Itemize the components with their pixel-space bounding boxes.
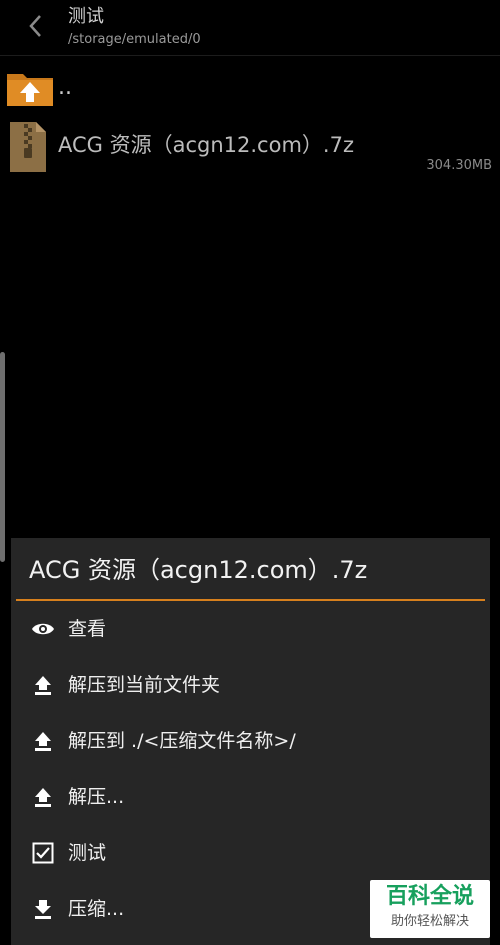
list-item-archive[interactable]: ACG 资源（acgn12.com）.7z 304.30MB	[0, 114, 500, 178]
archive-file-size: 304.30MB	[426, 158, 492, 173]
archive-file-name: ACG 资源（acgn12.com）.7z	[58, 133, 354, 157]
parent-folder-label: ..	[58, 75, 72, 100]
folder-up-icon	[7, 74, 53, 106]
app-root: 测试 /storage/emulated/0 .. ACG 资源（acgn12.…	[0, 0, 500, 945]
folder-title: 测试	[68, 6, 104, 27]
menu-item-label: 压缩...	[68, 898, 125, 920]
back-button[interactable]	[22, 12, 48, 40]
folder-path: /storage/emulated/0	[68, 32, 201, 47]
toolbar: 测试 /storage/emulated/0	[0, 0, 500, 56]
upload-icon	[31, 673, 55, 697]
menu-item-label: 解压...	[68, 786, 125, 808]
watermark-title: 百科全说	[385, 884, 474, 909]
menu-item-test[interactable]: 测试	[11, 825, 490, 881]
menu-item-extract[interactable]: 解压...	[11, 769, 490, 825]
menu-item-label: 查看	[68, 618, 107, 640]
scrollbar-handle[interactable]	[0, 352, 5, 562]
menu-item-view[interactable]: 查看	[11, 601, 490, 657]
context-menu-title: ACG 资源（acgn12.com）.7z	[29, 556, 368, 584]
menu-item-label: 解压到当前文件夹	[68, 674, 221, 696]
checkbox-icon	[31, 841, 55, 865]
chevron-left-icon	[29, 15, 41, 37]
menu-item-label: 解压到 ./<压缩文件名称>/	[68, 730, 296, 752]
zip-file-icon	[10, 122, 46, 172]
list-item-parent-folder[interactable]: ..	[0, 62, 500, 112]
upload-icon	[31, 729, 55, 753]
download-icon	[31, 897, 55, 921]
watermark-subtitle: 助你轻松解决	[390, 914, 469, 929]
upload-icon	[31, 785, 55, 809]
menu-item-extract-here[interactable]: 解压到当前文件夹	[11, 657, 490, 713]
menu-item-label: 测试	[68, 842, 107, 864]
menu-item-extract-to-folder[interactable]: 解压到 ./<压缩文件名称>/	[11, 713, 490, 769]
watermark-logo: 百科全说 助你轻松解决	[370, 880, 490, 938]
eye-icon	[31, 617, 55, 641]
